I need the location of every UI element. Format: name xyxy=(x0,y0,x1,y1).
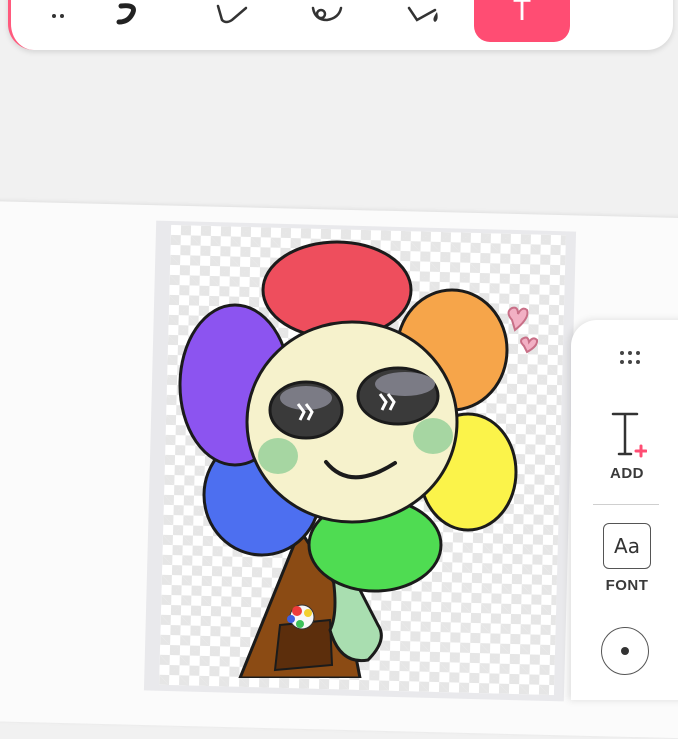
add-text-label: ADD xyxy=(610,465,644,482)
badge-dot-green xyxy=(296,620,304,628)
badge-dot-yellow xyxy=(304,609,312,617)
font-preview-box: Aa xyxy=(603,523,651,569)
right-eye-lid xyxy=(375,372,435,396)
left-cheek xyxy=(258,438,298,474)
font-button[interactable]: Aa FONT xyxy=(596,523,658,594)
panel-divider xyxy=(593,504,659,505)
badge-dot-blue xyxy=(287,615,295,623)
style-dot-icon xyxy=(621,647,629,655)
text-tools-panel: ADD Aa FONT xyxy=(571,320,678,700)
font-label: FONT xyxy=(605,577,649,594)
add-text-icon xyxy=(611,412,648,458)
heart-icon xyxy=(507,306,529,332)
heart-small-icon xyxy=(520,336,539,354)
badge-dot-red xyxy=(292,606,302,616)
drag-dots-icon xyxy=(620,351,640,364)
right-cheek xyxy=(413,418,453,454)
text-style-button[interactable] xyxy=(601,627,649,675)
panel-drag-handle[interactable] xyxy=(615,348,645,368)
add-text-button[interactable]: ADD xyxy=(596,410,658,484)
